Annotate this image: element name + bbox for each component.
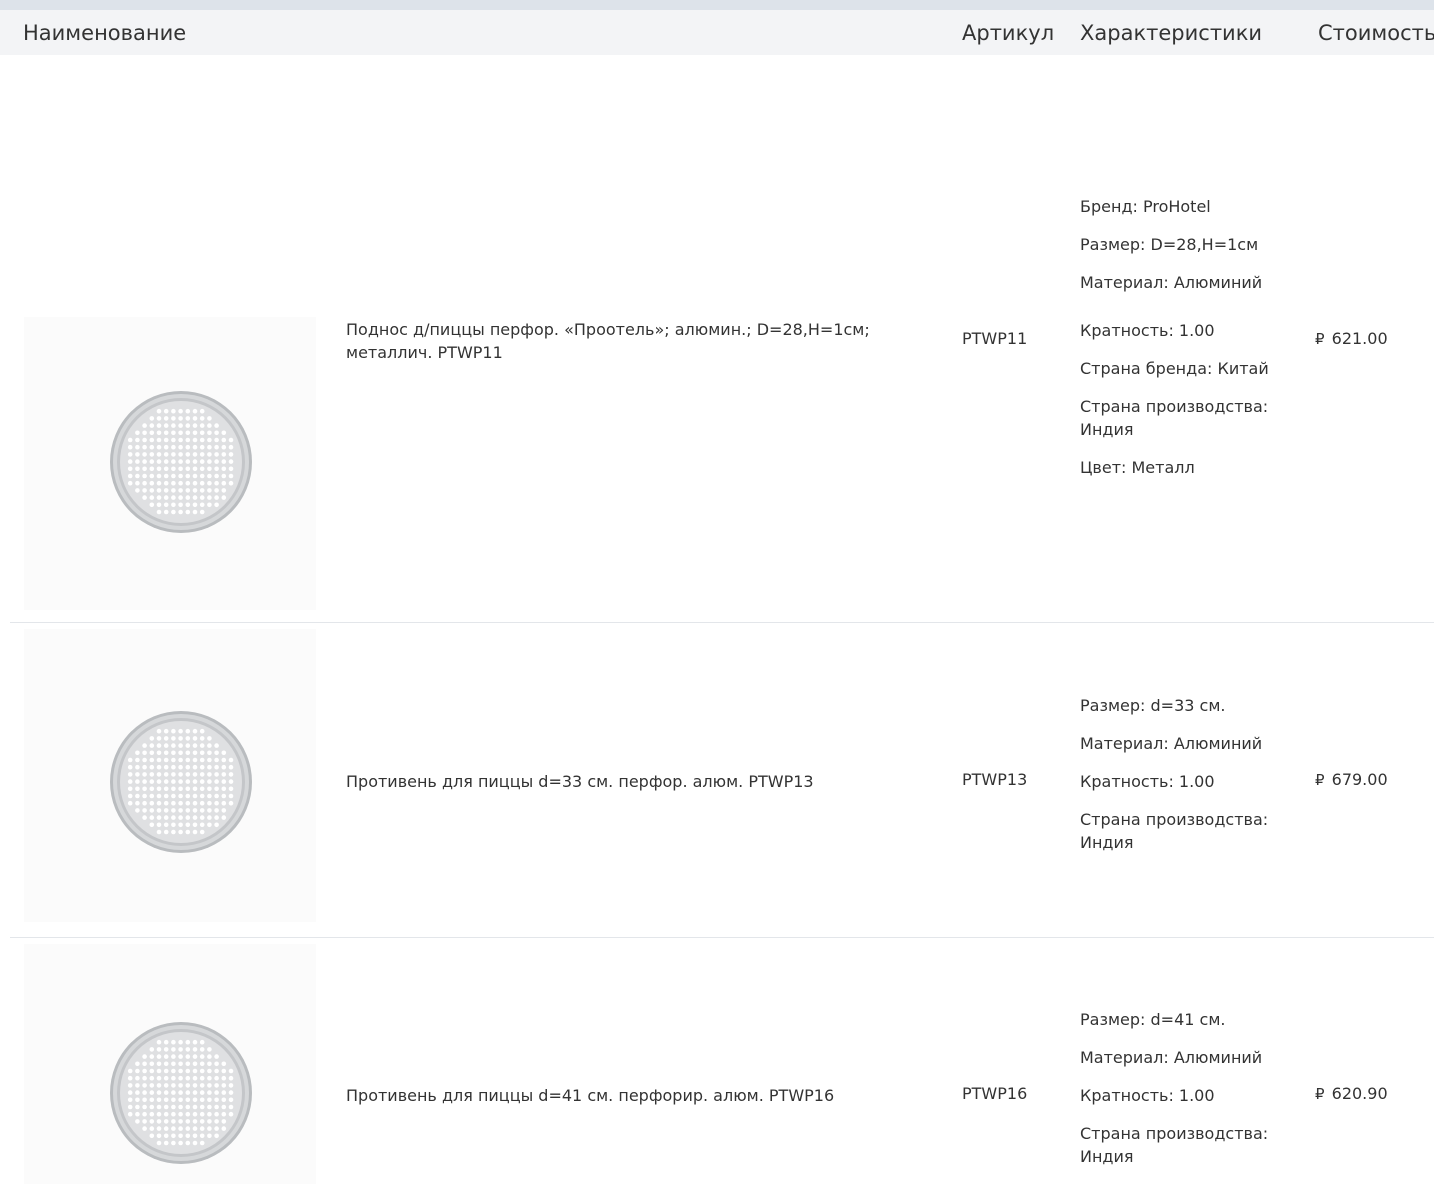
product-name-link[interactable]: Противень для пиццы d=41 см. перфорир. а… xyxy=(346,1084,916,1107)
spec-item: Материал: Алюминий xyxy=(1080,734,1263,753)
product-price: ₽ 620.90 xyxy=(1315,1084,1388,1103)
spec-item: Цвет: Металл xyxy=(1080,458,1195,477)
spec-item: Размер: d=41 см. xyxy=(1080,1010,1226,1029)
product-name-link[interactable]: Противень для пиццы d=33 см. перфор. алю… xyxy=(346,770,916,793)
spec-item: Бренд: ProHotel xyxy=(1080,197,1211,216)
table-row: Противень для пиццы d=41 см. перфорир. а… xyxy=(10,938,1434,1184)
product-specs: Бренд: ProHotel Размер: D=28,H=1см Матер… xyxy=(1080,195,1300,494)
header-specs[interactable]: Характеристики xyxy=(1080,21,1262,45)
header-name[interactable]: Наименование xyxy=(23,21,186,45)
spec-item: Страна производства: Индия xyxy=(1080,810,1269,852)
spec-item: Страна бренда: Китай xyxy=(1080,359,1269,378)
spec-item: Материал: Алюминий xyxy=(1080,273,1263,292)
pizza-pan-icon xyxy=(110,391,252,533)
table-row: Противень для пиццы d=33 см. перфор. алю… xyxy=(10,623,1434,938)
product-image[interactable] xyxy=(24,944,316,1184)
price-value: 621.00 xyxy=(1331,329,1388,348)
pizza-pan-icon xyxy=(110,1022,252,1164)
product-image[interactable] xyxy=(24,629,316,922)
currency-sign: ₽ xyxy=(1315,330,1325,348)
price-value: 679.00 xyxy=(1331,770,1388,789)
product-price: ₽ 621.00 xyxy=(1315,329,1388,348)
product-name-link[interactable]: Поднос д/пиццы перфор. «Проотель»; алюми… xyxy=(346,318,916,364)
product-image[interactable] xyxy=(24,317,316,610)
product-article: PTWP13 xyxy=(962,770,1028,789)
pizza-pan-icon xyxy=(110,711,252,853)
spec-item: Кратность: 1.00 xyxy=(1080,321,1215,340)
header-article[interactable]: Артикул xyxy=(962,21,1054,45)
spec-item: Размер: D=28,H=1см xyxy=(1080,235,1259,254)
spec-item: Страна производства: Индия xyxy=(1080,397,1269,439)
header-price[interactable]: Стоимость xyxy=(1318,21,1434,45)
table-header: Наименование Артикул Характеристики Стои… xyxy=(0,10,1434,55)
product-specs: Размер: d=41 см. Материал: Алюминий Крат… xyxy=(1080,1008,1300,1183)
spec-item: Кратность: 1.00 xyxy=(1080,772,1215,791)
top-bar xyxy=(0,0,1434,10)
product-specs: Размер: d=33 см. Материал: Алюминий Крат… xyxy=(1080,694,1300,869)
product-article: PTWP11 xyxy=(962,329,1028,348)
currency-sign: ₽ xyxy=(1315,771,1325,789)
spec-item: Страна производства: Индия xyxy=(1080,1124,1269,1166)
currency-sign: ₽ xyxy=(1315,1085,1325,1103)
spec-item: Размер: d=33 см. xyxy=(1080,696,1226,715)
spec-item: Кратность: 1.00 xyxy=(1080,1086,1215,1105)
table-row: Поднос д/пиццы перфор. «Проотель»; алюми… xyxy=(10,55,1434,623)
product-price: ₽ 679.00 xyxy=(1315,770,1388,789)
price-value: 620.90 xyxy=(1331,1084,1388,1103)
product-article: PTWP16 xyxy=(962,1084,1028,1103)
spec-item: Материал: Алюминий xyxy=(1080,1048,1263,1067)
